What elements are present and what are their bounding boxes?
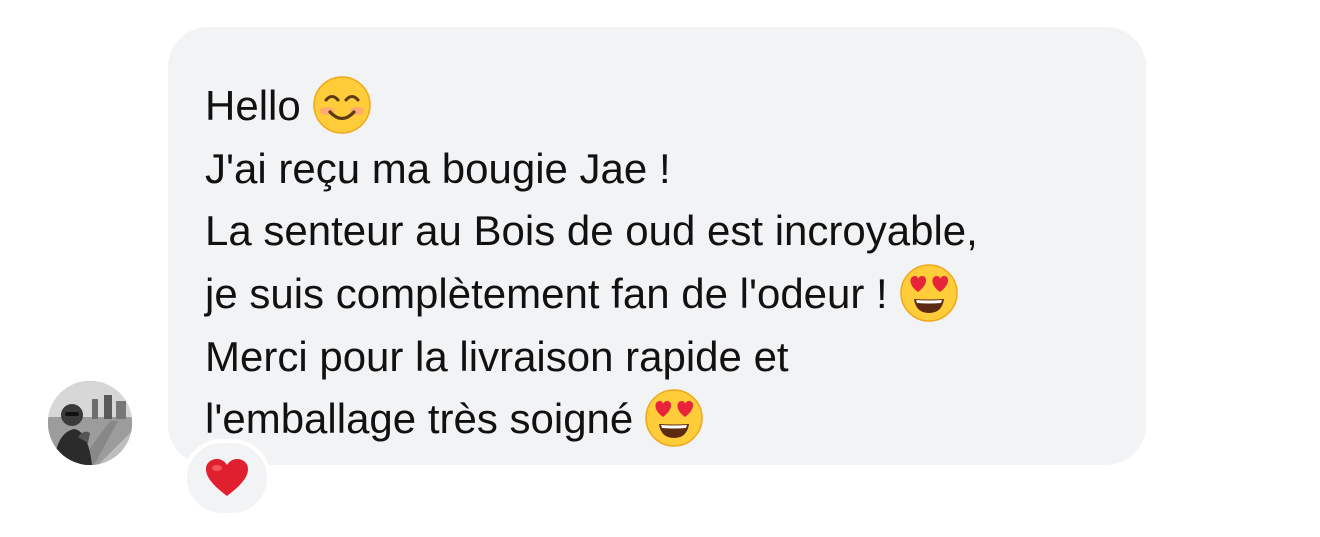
sender-avatar[interactable] bbox=[48, 381, 132, 465]
smiling-face-with-smiling-eyes-icon bbox=[312, 76, 371, 134]
message-bubble[interactable]: Hello J'ai reçu ma bougie Jae ! La sente… bbox=[168, 27, 1146, 465]
message-line-4-text: je suis complètement fan de l'odeur ! bbox=[205, 269, 888, 317]
message-line-1: Hello bbox=[205, 75, 1116, 138]
reaction-badge[interactable] bbox=[183, 439, 271, 517]
message-line-6-text: l'emballage très soigné bbox=[205, 395, 634, 443]
message-line-5: Merci pour la livraison rapide et bbox=[205, 332, 789, 380]
sender-photo-icon bbox=[48, 381, 132, 465]
red-heart-icon bbox=[206, 459, 248, 496]
message-line-1-text: Hello bbox=[205, 82, 301, 129]
message-line-3: La senteur au Bois de oud est incroyable… bbox=[205, 207, 978, 255]
message-line-2: J'ai reçu ma bougie Jae ! bbox=[205, 144, 671, 192]
message-line-4: je suis complètement fan de l'odeur ! bbox=[205, 263, 1116, 326]
message-line-6: l'emballage très soigné bbox=[205, 388, 1116, 451]
smiling-face-with-heart-eyes-icon bbox=[645, 389, 704, 447]
smiling-face-with-heart-eyes-icon bbox=[899, 264, 958, 322]
